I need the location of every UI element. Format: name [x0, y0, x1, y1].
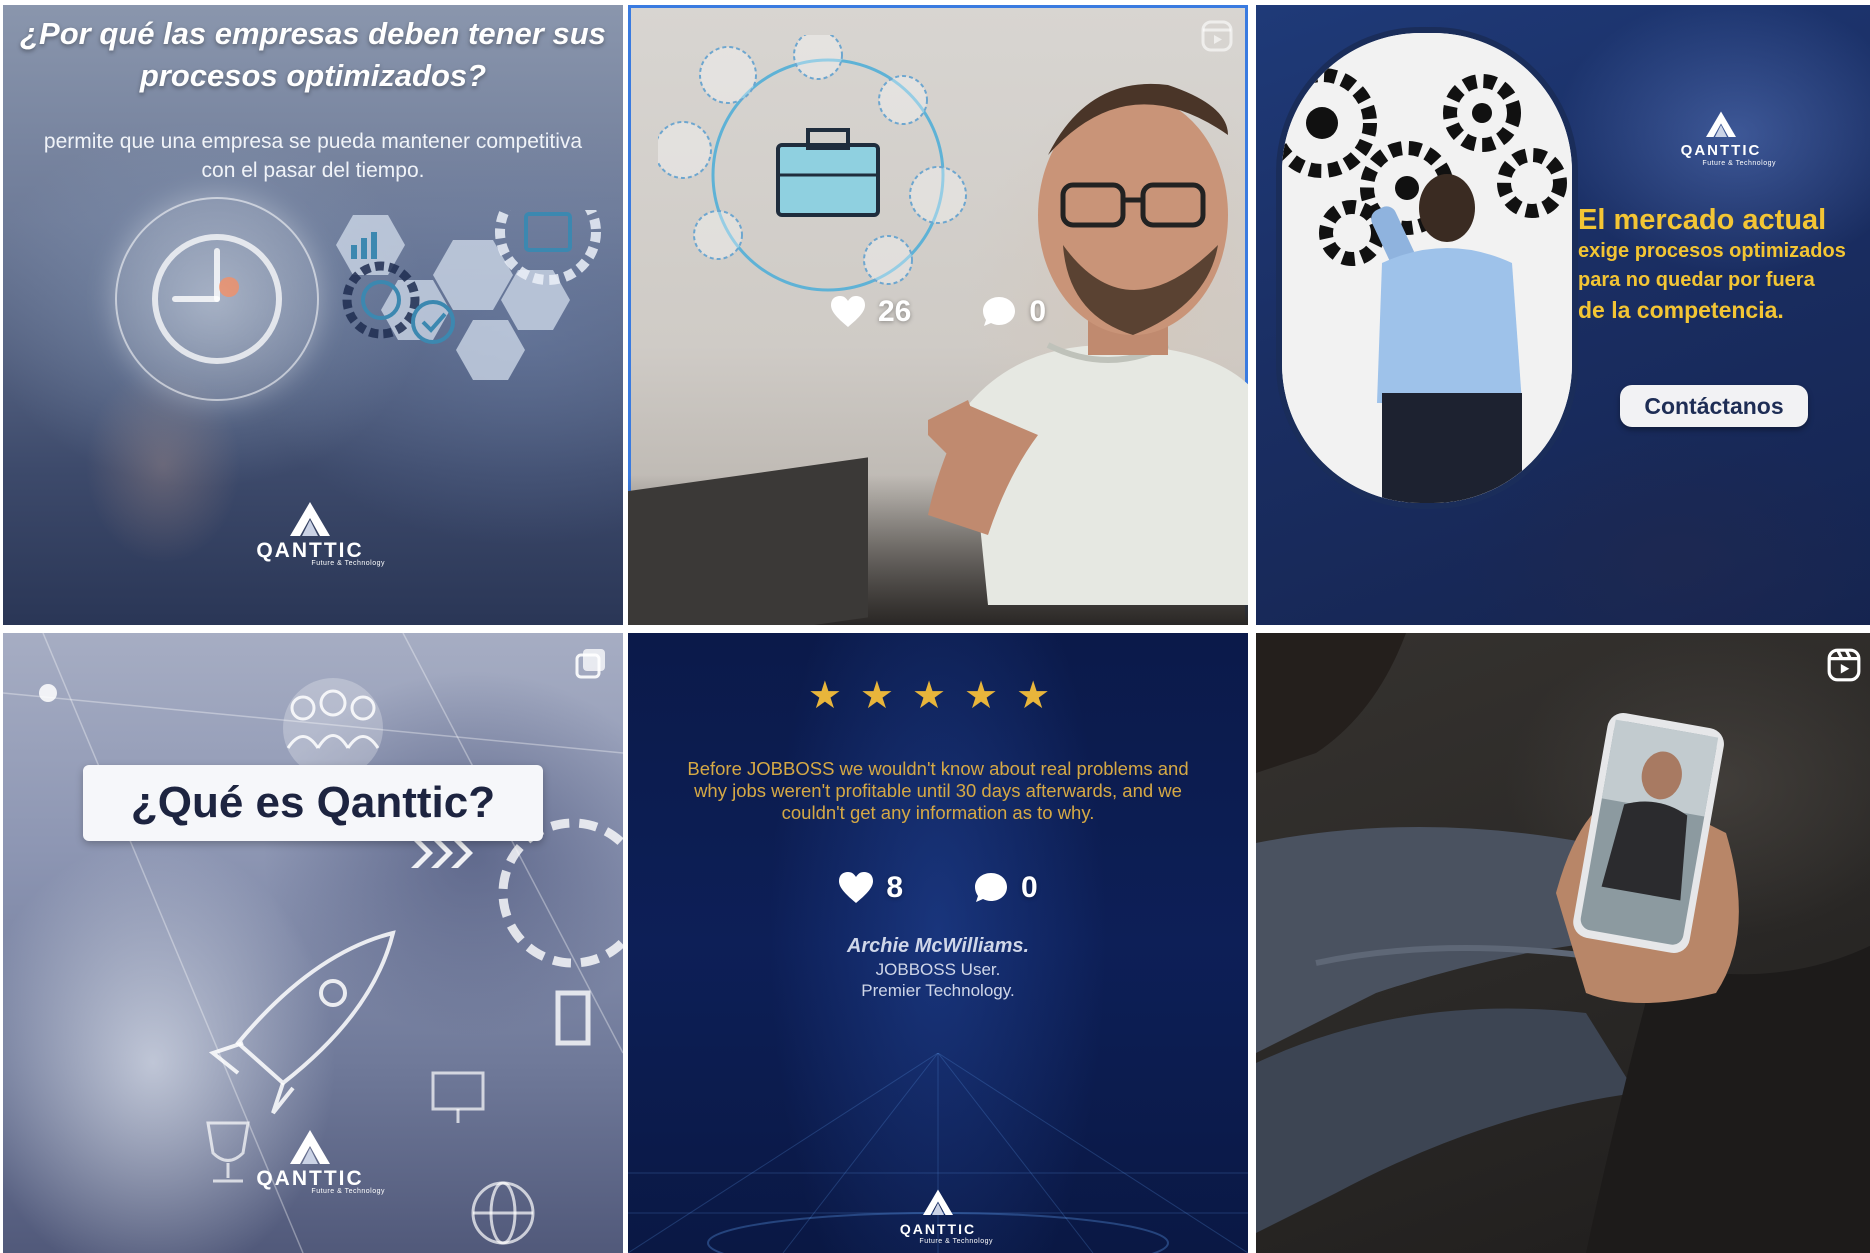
post-stats-overlay: 8 0 — [628, 871, 1248, 905]
post-tile-phone-video[interactable] — [1256, 633, 1870, 1253]
post-stats-overlay: 26 0 — [628, 295, 1248, 329]
likes-count: 8 — [886, 871, 903, 904]
contact-button[interactable]: Contáctanos — [1620, 385, 1808, 427]
what-is-qanttic-label: ¿Qué es Qanttic? — [83, 765, 543, 841]
qanttic-logo: QANTTIC Future & Technology — [235, 500, 385, 567]
author-role: JOBBOSS User. — [875, 960, 1001, 979]
testimonial-author: Archie McWilliams. JOBBOSS User. Premier… — [628, 933, 1248, 1001]
author-name: Archie McWilliams. — [846, 935, 1030, 957]
post-tile-processes[interactable]: ¿Por qué las empresas deben tener sus pr… — [3, 5, 623, 625]
qanttic-logo-icon — [290, 502, 330, 536]
post-tile-testimonial[interactable]: ★★★★★ Before JOBBOSS we wouldn't know ab… — [628, 633, 1248, 1253]
reel-icon — [1201, 20, 1233, 52]
brand-name: QANTTIC — [256, 1167, 364, 1190]
clock-icon — [115, 197, 319, 401]
market-photo-capsule — [1276, 27, 1578, 509]
comment-bubble-icon — [983, 297, 1016, 326]
qanttic-logo: QANTTIC Future & Technology — [1666, 110, 1776, 167]
comments-stat: 0 — [973, 871, 1038, 905]
comments-count: 0 — [1021, 871, 1038, 904]
likes-count: 26 — [877, 295, 912, 328]
post-title: ¿Por qué las empresas deben tener sus pr… — [20, 16, 606, 93]
reel-icon — [1827, 648, 1861, 682]
profile-post-grid: ¿Por qué las empresas deben tener sus pr… — [0, 0, 1870, 1253]
post-tile-video-presenter[interactable]: 26 0 — [628, 5, 1248, 625]
likes-stat: 8 — [838, 871, 903, 905]
qanttic-logo-icon — [1706, 111, 1736, 137]
comments-count: 0 — [1029, 295, 1047, 328]
qanttic-logo-icon — [290, 1130, 330, 1164]
comments-stat: 0 — [981, 295, 1046, 329]
carousel-icon — [575, 649, 605, 679]
business-infographic-icon — [658, 35, 967, 292]
qanttic-logo: QANTTIC Future & Technology — [883, 1188, 993, 1245]
comment-bubble-icon — [975, 873, 1007, 902]
author-company: Premier Technology. — [861, 981, 1015, 1000]
post-tile-what-is-qanttic[interactable]: ¿Qué es Qanttic? QANTTIC Future & Techno… — [3, 633, 623, 1253]
heart-icon — [830, 296, 865, 327]
heart-icon — [839, 872, 874, 903]
market-headline: El mercado actual exige procesos optimiz… — [1578, 203, 1868, 325]
likes-stat: 26 — [830, 295, 911, 329]
post-tile-market[interactable]: QANTTIC Future & Technology El mercado a… — [1256, 5, 1870, 625]
rating-stars-icon: ★★★★★ — [807, 675, 1069, 717]
brand-name: QANTTIC — [899, 1221, 977, 1237]
phone-in-hand-image — [1256, 633, 1870, 1253]
testimonial-quote: Before JOBBOSS we wouldn't know about re… — [687, 758, 1189, 823]
brand-name: QANTTIC — [256, 539, 364, 562]
qanttic-logo: QANTTIC Future & Technology — [235, 1128, 385, 1195]
process-gears-icon — [336, 210, 601, 380]
headline-line-2: exige procesos optimizados — [1578, 240, 1846, 262]
gears-businessman-image — [1282, 33, 1572, 503]
headline-line-4: de la competencia. — [1578, 297, 1784, 323]
brand-name: QANTTIC — [1680, 142, 1762, 159]
post-subtitle: permite que una empresa se pueda mantene… — [43, 130, 583, 182]
qanttic-logo-icon — [923, 1189, 953, 1215]
headline-line-1: El mercado actual — [1578, 204, 1827, 236]
headline-line-3: para no quedar por fuera — [1578, 269, 1815, 291]
